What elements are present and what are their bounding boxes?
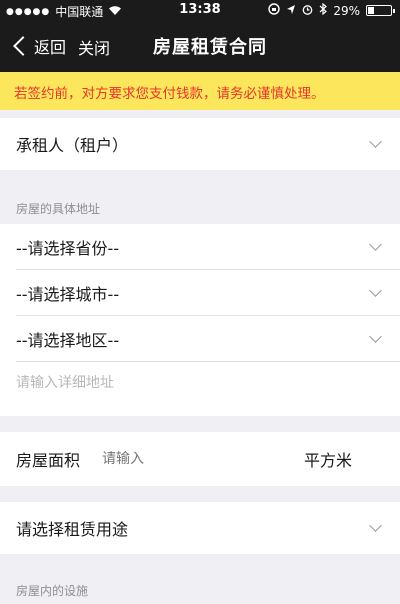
usage-select[interactable]: 请选择租赁用途 bbox=[0, 502, 400, 554]
orientation-lock-icon bbox=[268, 3, 281, 18]
nav-bar: 返回 关闭 房屋租赁合同 bbox=[0, 20, 400, 72]
page-title: 房屋租赁合同 bbox=[153, 37, 267, 58]
address-section: --请选择省份-- --请选择城市-- --请选择地区-- 请输入详细地址 bbox=[0, 224, 400, 416]
warning-banner: 若签约前，对方要求您支付钱款，请务必谨慎处理。 bbox=[0, 72, 400, 110]
usage-section: 请选择租赁用途 bbox=[0, 502, 400, 554]
city-select[interactable]: --请选择城市-- bbox=[0, 270, 400, 316]
chevron-down-icon bbox=[369, 284, 382, 297]
battery-fill bbox=[368, 7, 374, 14]
tenant-select[interactable]: 承租人（租户） bbox=[0, 118, 400, 170]
area-row: 房屋面积 平方米 bbox=[0, 432, 400, 486]
battery-icon bbox=[366, 5, 395, 16]
province-select[interactable]: --请选择省份-- bbox=[0, 224, 400, 270]
district-label: --请选择地区-- bbox=[16, 331, 120, 350]
facilities-header: 房屋内的设施 bbox=[16, 584, 89, 598]
detail-address-input[interactable]: 请输入详细地址 bbox=[0, 362, 400, 416]
alarm-icon bbox=[302, 4, 313, 18]
area-section: 房屋面积 平方米 bbox=[0, 432, 400, 486]
chevron-down-icon bbox=[369, 135, 382, 148]
city-label: --请选择城市-- bbox=[16, 285, 120, 304]
usage-label: 请选择租赁用途 bbox=[16, 520, 129, 539]
location-icon bbox=[286, 4, 296, 18]
chevron-down-icon bbox=[369, 519, 382, 532]
tenant-label: 承租人（租户） bbox=[16, 136, 129, 155]
area-label: 房屋面积 bbox=[16, 451, 81, 470]
address-header: 房屋的具体地址 bbox=[16, 202, 101, 216]
area-unit: 平方米 bbox=[303, 451, 352, 470]
chevron-down-icon bbox=[369, 238, 382, 251]
status-right: 29% bbox=[268, 2, 395, 18]
district-select[interactable]: --请选择地区-- bbox=[0, 316, 400, 362]
battery-percent: 29% bbox=[333, 3, 360, 18]
bluetooth-icon bbox=[319, 2, 328, 18]
province-label: --请选择省份-- bbox=[16, 239, 120, 258]
area-input[interactable] bbox=[102, 451, 262, 467]
chevron-down-icon bbox=[369, 330, 382, 343]
tenant-section: 承租人（租户） bbox=[0, 118, 400, 170]
detail-address-placeholder: 请输入详细地址 bbox=[16, 375, 114, 391]
status-bar: ●●●●● 中国联通 13:38 29% bbox=[0, 0, 400, 20]
